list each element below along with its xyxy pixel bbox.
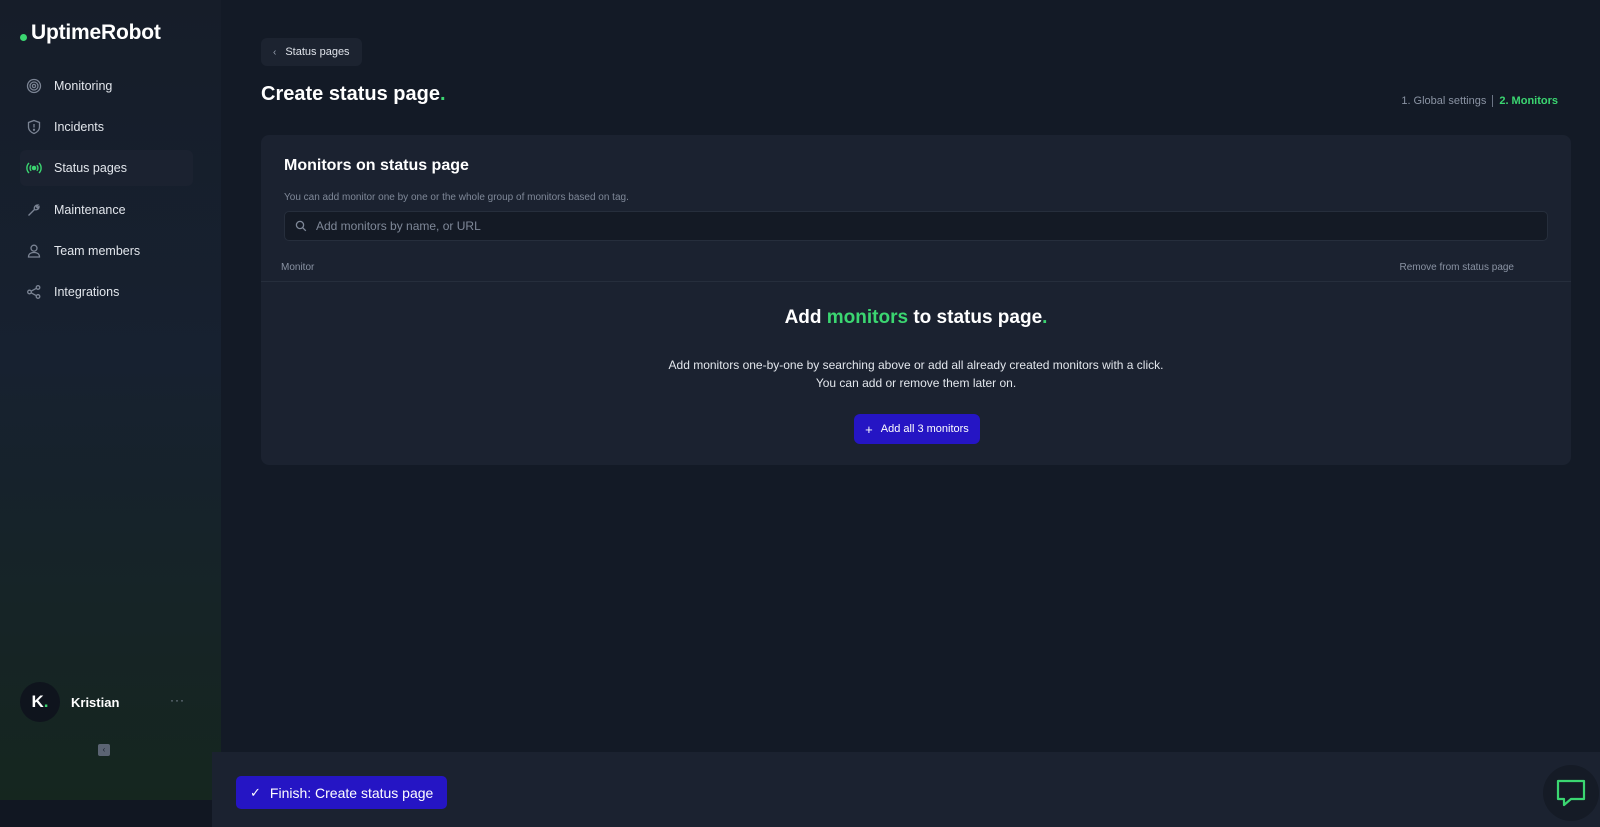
avatar-dot: . (43, 692, 49, 711)
table-header: Monitor Remove from status page (261, 253, 1571, 282)
card-title: Monitors on status page (284, 157, 469, 174)
empty-title-dot: . (1042, 307, 1048, 328)
check-icon: ✓ (250, 784, 261, 800)
monitors-card: Monitors on status page You can add moni… (261, 135, 1571, 465)
target-icon (26, 78, 42, 94)
chat-bubble-icon (1556, 779, 1586, 807)
sidebar-item-label: Team members (54, 243, 141, 258)
sidebar-item-label: Maintenance (54, 202, 126, 217)
main-content: ‹ Status pages Create status page. 1. Gl… (221, 0, 1600, 752)
sidebar: UptimeRobot Monitoring Incidents Status … (0, 0, 221, 800)
empty-desc-line2: You can add or remove them later on. (815, 376, 1017, 390)
page-title: Create status page. (261, 83, 446, 106)
footer-bar: ✓ Finish: Create status page (212, 752, 1600, 827)
column-remove: Remove from status page (1399, 262, 1515, 273)
column-monitor: Monitor (281, 262, 315, 273)
logo-dot-icon (20, 34, 27, 41)
add-all-label: Add all 3 monitors (880, 423, 969, 435)
monitor-search (284, 211, 1548, 241)
back-button-label: Status pages (285, 46, 350, 58)
share-icon (26, 284, 42, 300)
empty-title-part-b: monitors (826, 307, 909, 328)
user-name: Kristian (71, 694, 120, 710)
sidebar-item-integrations[interactable]: Integrations (20, 274, 193, 310)
sidebar-item-status-pages[interactable]: Status pages (20, 150, 193, 187)
chevron-left-icon: ‹ (273, 46, 277, 58)
empty-title-part-a: Add (784, 307, 827, 328)
search-icon (295, 220, 307, 232)
add-all-monitors-button[interactable]: + Add all 3 monitors (854, 414, 980, 444)
sidebar-nav: Monitoring Incidents Status pages Mainte… (20, 68, 193, 315)
plus-icon: + (865, 421, 873, 437)
app-root: UptimeRobot Monitoring Incidents Status … (0, 0, 1600, 827)
avatar: K. (20, 682, 60, 722)
back-to-status-pages-button[interactable]: ‹ Status pages (261, 38, 362, 66)
logo-text: UptimeRobot (31, 21, 161, 44)
empty-title-part-c: to status page (908, 307, 1043, 328)
sidebar-item-incidents[interactable]: Incidents (20, 109, 193, 145)
user-icon (26, 243, 42, 259)
finish-create-status-page-button[interactable]: ✓ Finish: Create status page (236, 776, 448, 809)
search-input[interactable] (316, 219, 1547, 233)
page-title-text: Create status page (261, 83, 440, 105)
step-global-settings[interactable]: 1. Global settings (1401, 95, 1486, 107)
card-hint: You can add monitor one by one or the wh… (284, 192, 629, 203)
step-monitors[interactable]: 2. Monitors (1499, 95, 1558, 107)
sidebar-item-label: Monitoring (54, 79, 113, 93)
sidebar-item-monitoring[interactable]: Monitoring (20, 68, 193, 104)
collapse-sidebar-icon[interactable]: ‹ (98, 744, 110, 756)
more-options-icon[interactable]: ··· (170, 693, 185, 707)
sidebar-bottom-strip (0, 800, 212, 827)
broadcast-icon (26, 160, 42, 176)
empty-desc-line1: Add monitors one-by-one by searching abo… (668, 358, 1164, 372)
user-profile[interactable]: K. Kristian ··· (20, 681, 193, 723)
wrench-icon (26, 202, 42, 218)
sidebar-item-label: Incidents (54, 120, 105, 135)
empty-state-description: Add monitors one-by-one by searching abo… (261, 356, 1571, 392)
sidebar-item-label: Integrations (54, 284, 120, 299)
shield-icon (26, 119, 42, 135)
finish-label: Finish: Create status page (269, 784, 434, 801)
empty-state-title: Add monitors to status page. (261, 307, 1571, 329)
sidebar-item-maintenance[interactable]: Maintenance (20, 192, 193, 228)
page-title-dot: . (439, 83, 446, 105)
sidebar-item-label: Status pages (54, 161, 127, 176)
sidebar-item-team-members[interactable]: Team members (20, 233, 193, 269)
avatar-initial: K (31, 692, 44, 711)
logo[interactable]: UptimeRobot (20, 20, 161, 46)
wizard-steps: 1. Global settings 2. Monitors (1401, 95, 1558, 107)
chat-button[interactable] (1543, 765, 1599, 821)
steps-divider (1492, 95, 1494, 107)
